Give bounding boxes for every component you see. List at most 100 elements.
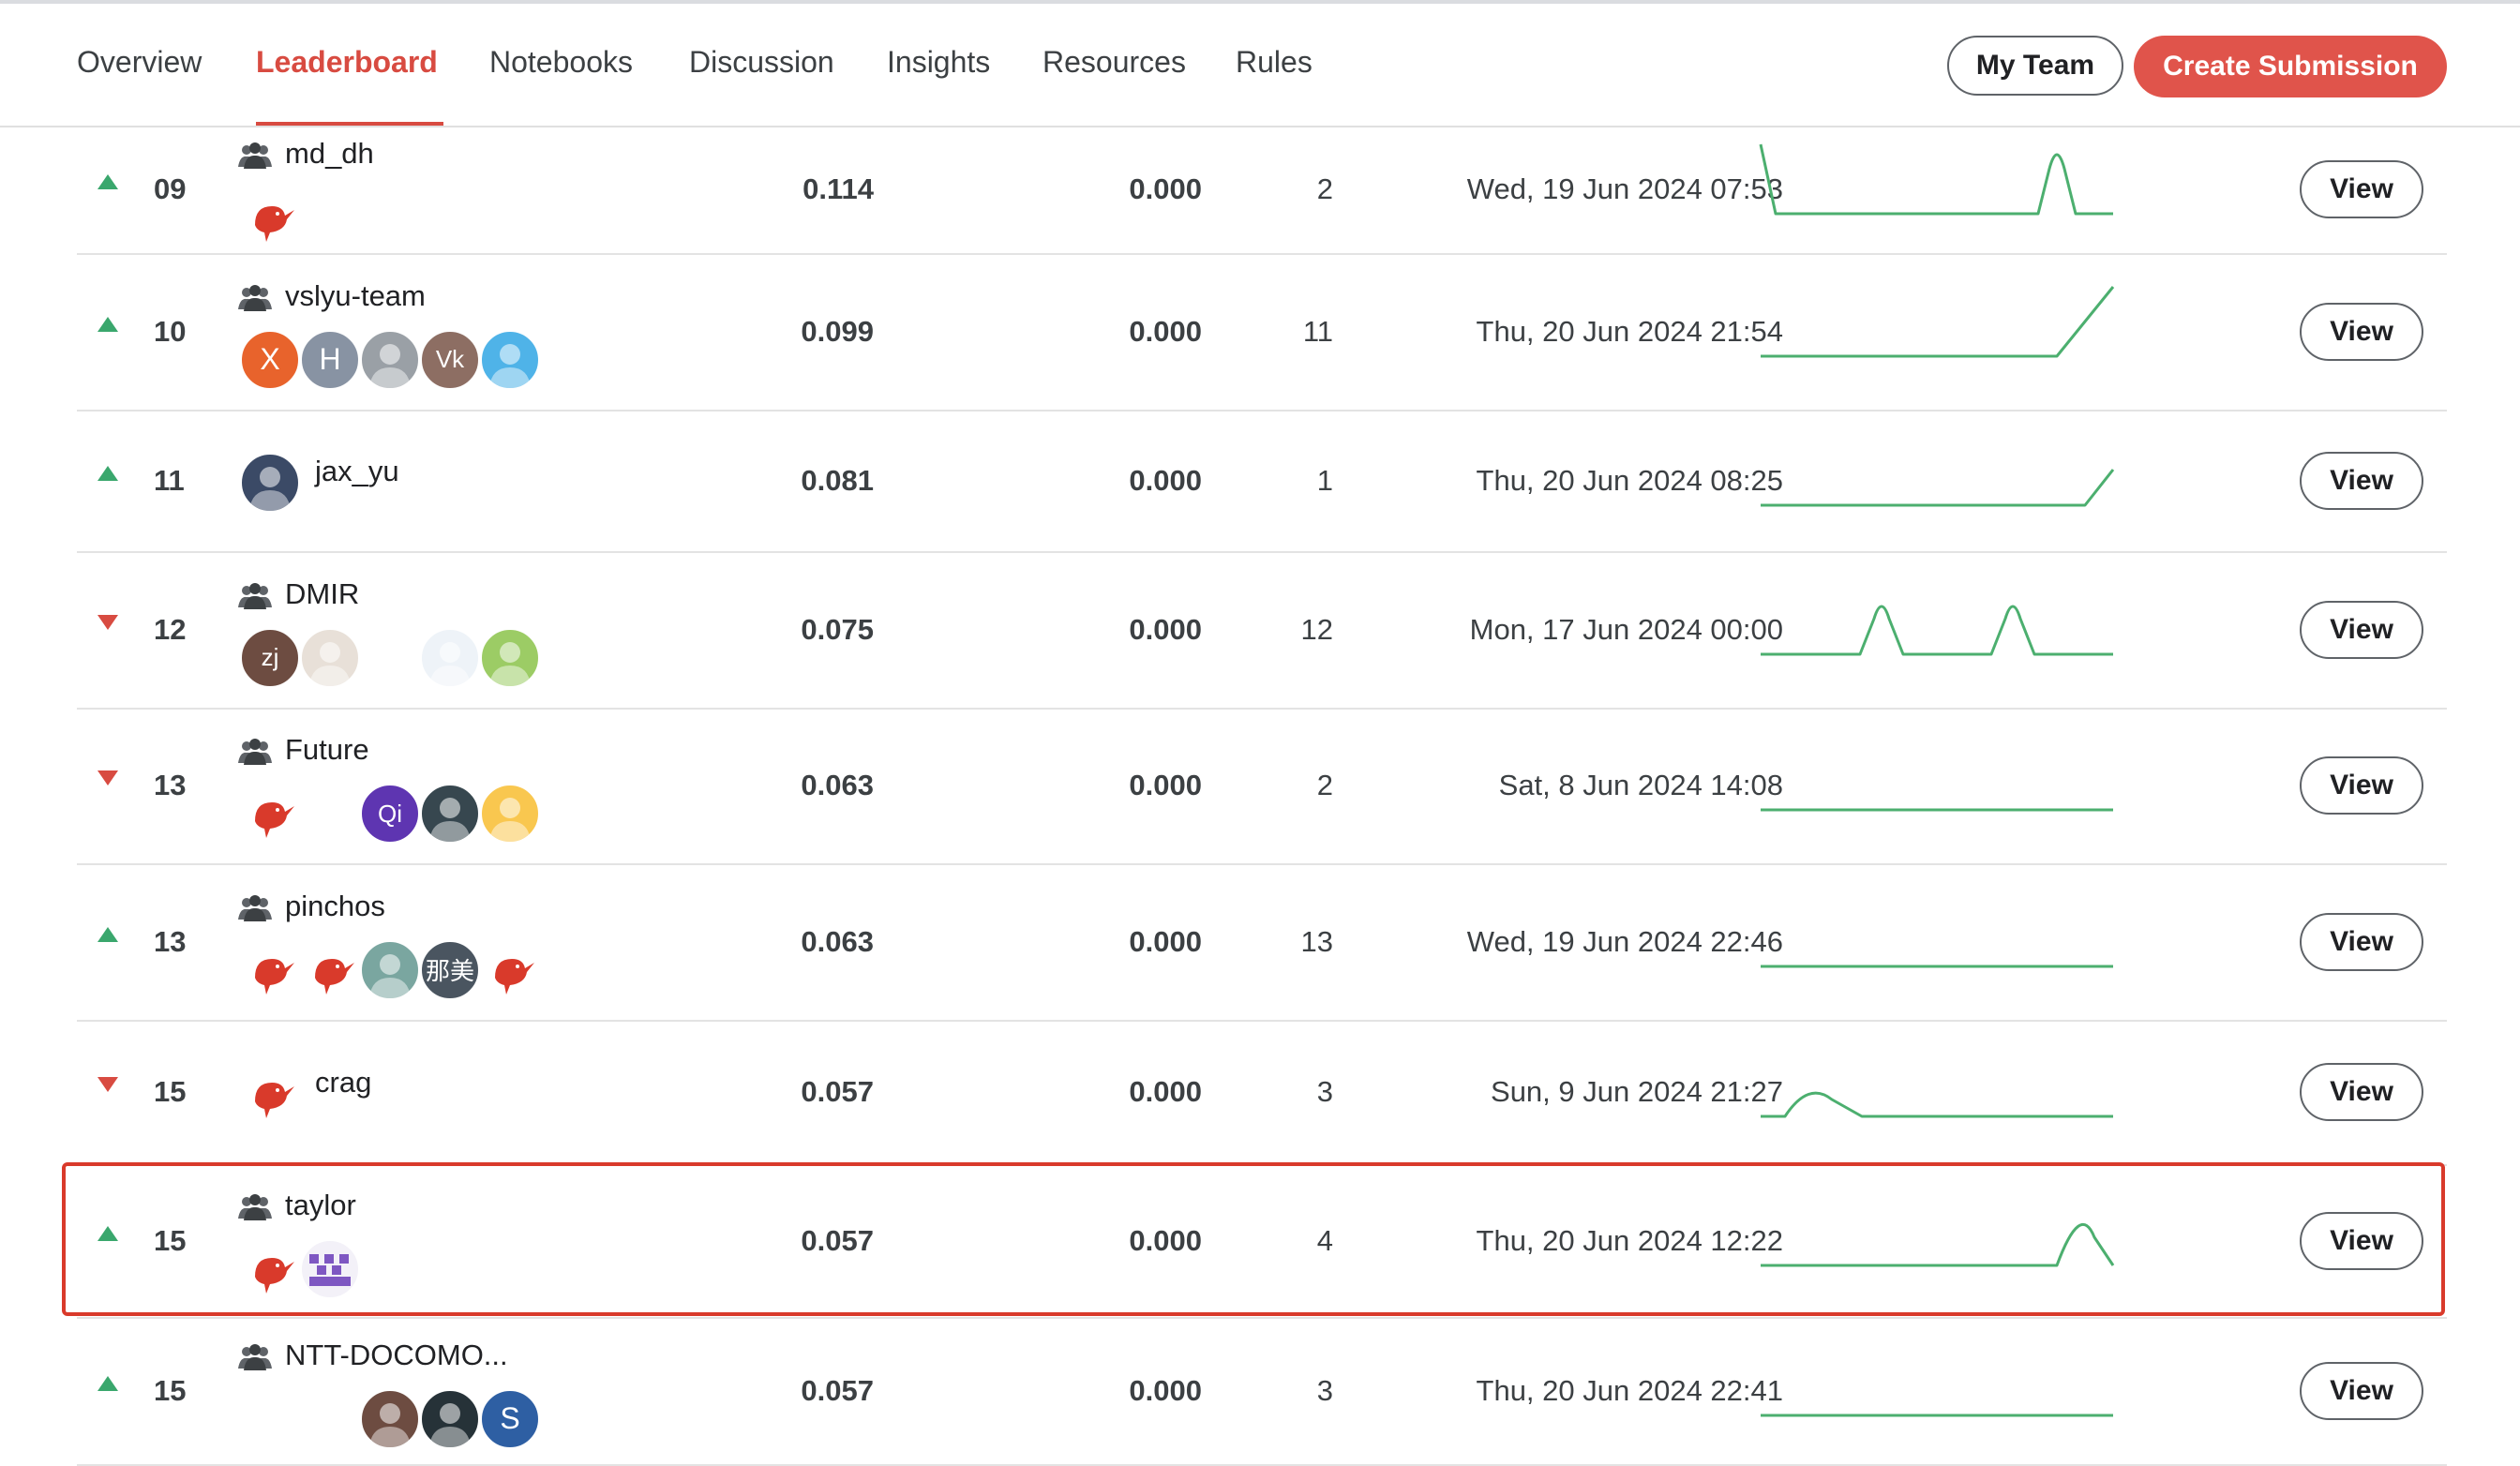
photo-avatar-icon[interactable] bbox=[360, 329, 420, 390]
entry-count: 3 bbox=[1316, 1373, 1333, 1407]
rank-number: 09 bbox=[154, 172, 187, 205]
toy-avatar-icon[interactable] bbox=[240, 1388, 300, 1449]
view-button[interactable]: View bbox=[2300, 912, 2423, 971]
photo-avatar-icon[interactable] bbox=[420, 1388, 480, 1449]
avatar[interactable]: zj bbox=[240, 627, 300, 688]
table-row[interactable]: 15 NTT-DOCOMO... S 0.057 0.000 3 Thu, 20 Jun 2… bbox=[77, 1317, 2447, 1466]
secondary-score: 0.000 bbox=[1129, 172, 1202, 205]
kiwi-bird-icon[interactable] bbox=[240, 784, 300, 844]
team-name[interactable]: Future bbox=[285, 733, 369, 767]
team-avatars bbox=[240, 452, 300, 515]
team-icon bbox=[238, 141, 272, 175]
table-row[interactable]: 13 Future Qi 0.063 0.000 2 Sat, 8 Jun 2024 14:… bbox=[77, 708, 2447, 865]
kiwi-bird-icon[interactable] bbox=[480, 939, 540, 1000]
view-button[interactable]: View bbox=[2300, 1361, 2423, 1420]
avatar[interactable]: H bbox=[300, 329, 360, 390]
create-submission-button[interactable]: Create Submission bbox=[2134, 36, 2447, 97]
rank-number: 15 bbox=[154, 1075, 187, 1108]
rank-down-icon bbox=[98, 770, 118, 785]
avatar[interactable]: Vk bbox=[420, 329, 480, 390]
entry-count: 1 bbox=[1316, 463, 1333, 497]
last-submission-date: Sun, 9 Jun 2024 21:27 bbox=[1491, 1075, 1783, 1108]
tab-insights[interactable]: Insights bbox=[887, 45, 990, 80]
kiwi-bird-icon[interactable] bbox=[300, 939, 360, 1000]
last-submission-date: Thu, 20 Jun 2024 21:54 bbox=[1476, 314, 1783, 348]
view-button[interactable]: View bbox=[2300, 1063, 2423, 1121]
sparkline-path bbox=[1759, 143, 2113, 216]
team-name[interactable]: vslyu-team bbox=[285, 279, 426, 313]
photo-avatar-icon[interactable] bbox=[420, 784, 480, 844]
my-team-button[interactable]: My Team bbox=[1947, 36, 2123, 96]
public-score: 0.114 bbox=[802, 172, 874, 205]
avatar[interactable]: S bbox=[480, 1388, 540, 1449]
team-name[interactable]: NTT-DOCOMO... bbox=[285, 1339, 508, 1372]
kiwi-bird-icon[interactable] bbox=[240, 939, 300, 1000]
tab-rules[interactable]: Rules bbox=[1236, 45, 1312, 80]
rank-up-icon bbox=[98, 174, 118, 189]
view-button[interactable]: View bbox=[2300, 160, 2423, 218]
last-submission-date: Wed, 19 Jun 2024 22:46 bbox=[1466, 924, 1783, 958]
rank-number: 12 bbox=[154, 612, 187, 646]
h-avatar-icon[interactable] bbox=[480, 627, 540, 688]
public-score: 0.063 bbox=[801, 769, 874, 801]
view-button[interactable]: View bbox=[2300, 451, 2423, 510]
public-score: 0.057 bbox=[801, 1075, 874, 1108]
microscope-avatar-icon[interactable] bbox=[300, 784, 360, 844]
avatar[interactable]: Qi bbox=[360, 784, 420, 844]
team-avatars: 那美 bbox=[240, 939, 540, 1002]
table-row[interactable]: 11 jax_yu 0.081 0.000 1 Thu, 20 Jun 2024 08:2… bbox=[77, 410, 2447, 553]
avatar[interactable]: X bbox=[240, 329, 300, 390]
team-name[interactable]: jax_yu bbox=[315, 455, 399, 488]
sketch-avatar-icon[interactable] bbox=[300, 1388, 360, 1449]
rank-up-icon bbox=[98, 926, 118, 942]
team-avatars: X H Vk bbox=[240, 329, 540, 392]
table-row[interactable]: 15 crag 0.057 0.000 3 Sun, 9 Jun 2024 21:27 Vi… bbox=[77, 1020, 2447, 1166]
team-name[interactable]: pinchos bbox=[285, 890, 385, 923]
entry-count: 2 bbox=[1316, 769, 1333, 801]
kiwi-bird-icon[interactable] bbox=[240, 1064, 300, 1124]
rank-up-icon bbox=[98, 465, 118, 481]
sparkline-path bbox=[1761, 468, 2115, 506]
rank-up-icon bbox=[98, 316, 118, 332]
tab-leaderboard[interactable]: Leaderboard bbox=[256, 45, 438, 80]
cartoon-avatar-icon[interactable] bbox=[360, 939, 420, 1000]
person-avatar-icon[interactable] bbox=[300, 627, 360, 688]
tab-notebooks[interactable]: Notebooks bbox=[489, 45, 633, 80]
table-row[interactable]: 12 DMIR zj 0.075 0.000 12 Mon, 17 Jun 2024 00:… bbox=[77, 551, 2447, 710]
view-button[interactable]: View bbox=[2300, 302, 2423, 361]
monkey-avatar-icon[interactable] bbox=[360, 1388, 420, 1449]
photo-avatar-icon[interactable] bbox=[240, 452, 300, 513]
avatar[interactable]: 那美 bbox=[420, 939, 480, 1000]
table-row[interactable]: 13 pinchos 那美 0.063 0.000 13 Wed, 19 Jun 2024 … bbox=[77, 863, 2447, 1022]
cat-avatar-icon[interactable] bbox=[480, 329, 540, 390]
kiwi-bird-icon[interactable] bbox=[240, 187, 300, 247]
secondary-score: 0.000 bbox=[1129, 769, 1202, 801]
last-submission-date: Mon, 17 Jun 2024 00:00 bbox=[1469, 612, 1783, 646]
last-submission-date: Sat, 8 Jun 2024 14:08 bbox=[1498, 769, 1783, 801]
team-icon bbox=[238, 581, 272, 616]
team-name[interactable]: DMIR bbox=[285, 577, 359, 611]
team-icon bbox=[238, 1342, 272, 1377]
entry-count: 3 bbox=[1316, 1075, 1333, 1108]
table-row[interactable]: 09 md_dh 0.114 0.000 2 Wed, 19 Jun 2024 07:53… bbox=[77, 126, 2447, 255]
girl-avatar-icon[interactable] bbox=[480, 784, 540, 844]
team-name[interactable]: md_dh bbox=[285, 137, 374, 171]
team-name[interactable]: crag bbox=[315, 1066, 371, 1100]
rank-number: 11 bbox=[154, 463, 185, 497]
public-score: 0.075 bbox=[801, 612, 874, 646]
entry-count: 13 bbox=[1300, 924, 1333, 958]
view-button[interactable]: View bbox=[2300, 600, 2423, 659]
last-submission-date: Thu, 20 Jun 2024 22:41 bbox=[1476, 1373, 1783, 1407]
network-avatar-icon[interactable] bbox=[420, 627, 480, 688]
dmir-logo-icon[interactable] bbox=[360, 627, 420, 688]
team-avatars: zj bbox=[240, 627, 540, 690]
team-avatars bbox=[240, 1064, 300, 1126]
table-row[interactable]: 10 vslyu-team X H Vk 0.099 0.000 11 Thu, 20 Jun … bbox=[77, 253, 2447, 411]
highlighted-row-outline bbox=[62, 1162, 2445, 1316]
tab-resources[interactable]: Resources bbox=[1042, 45, 1186, 80]
entry-count: 11 bbox=[1302, 314, 1333, 348]
tab-discussion[interactable]: Discussion bbox=[689, 45, 834, 80]
view-button[interactable]: View bbox=[2300, 756, 2423, 815]
score-sparkline bbox=[1761, 285, 2115, 357]
tab-overview[interactable]: Overview bbox=[77, 45, 202, 80]
